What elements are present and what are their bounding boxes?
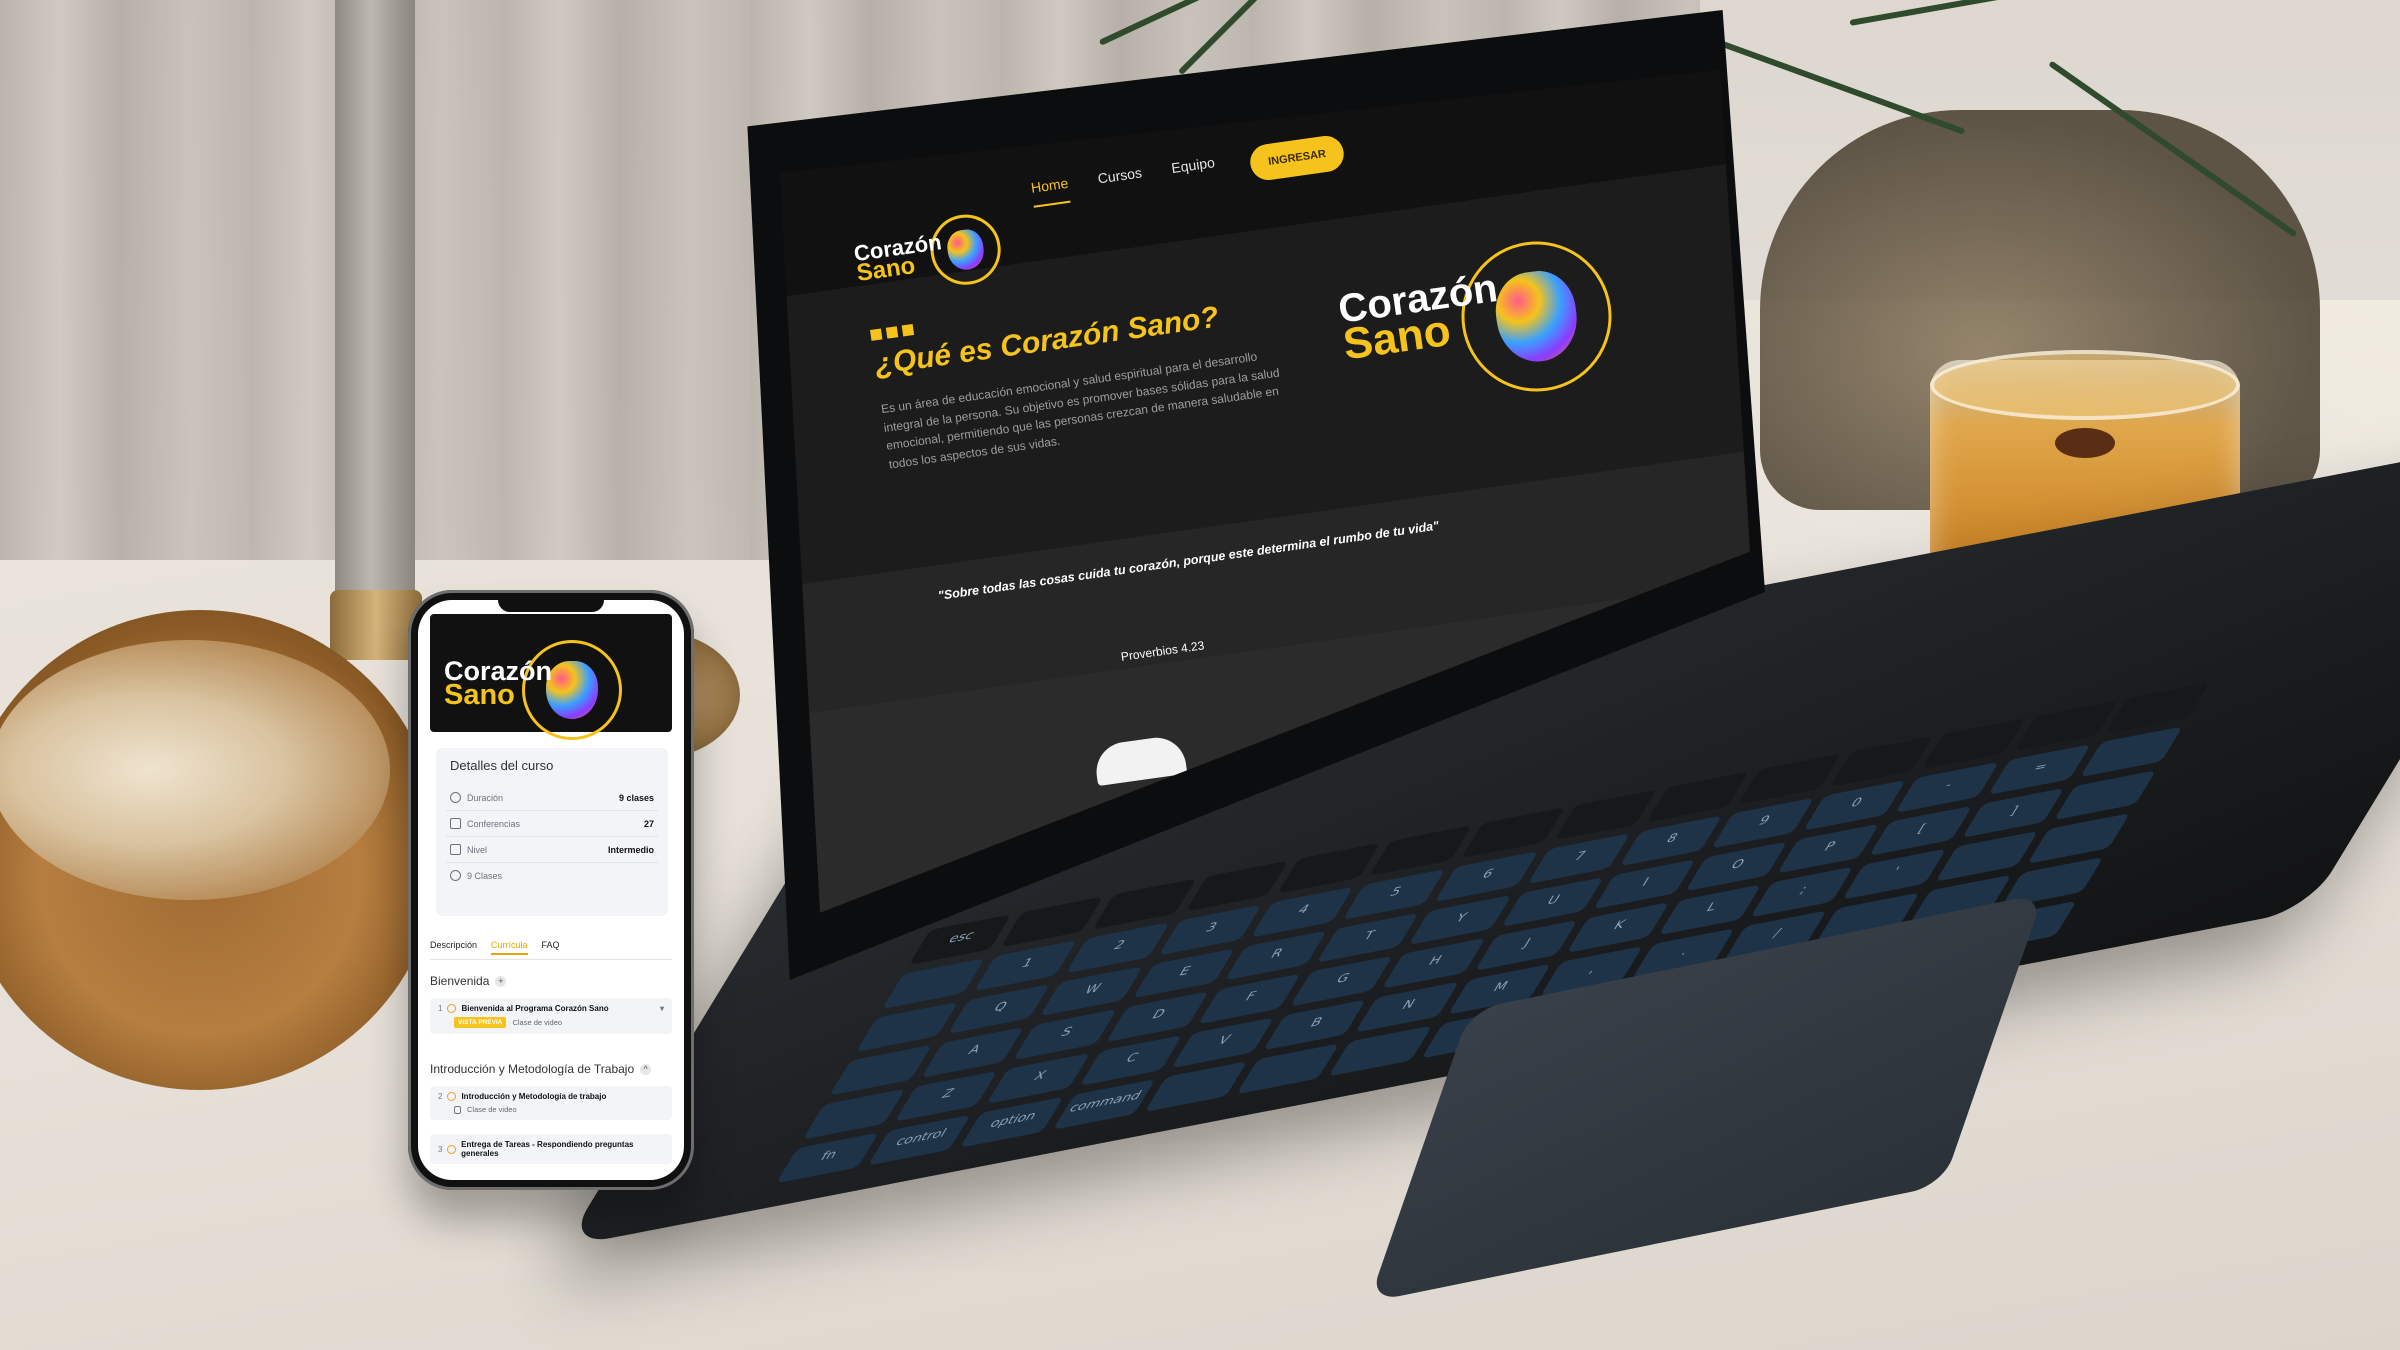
heart-icon <box>1491 266 1582 367</box>
lesson-item[interactable]: 2 Introducción y Metodología de trabajo … <box>430 1086 672 1120</box>
detail-row-classes: 9 Clases <box>446 863 658 888</box>
preview-badge[interactable]: VISTA PREVIA <box>454 1017 507 1028</box>
section-introduccion[interactable]: Introducción y Metodología de Trabajo ^ <box>430 1062 652 1076</box>
detail-row-lectures: Conferencias 27 <box>446 811 658 837</box>
detail-row-duration: Duración 9 clases <box>446 785 658 811</box>
phone-logo: Corazón Sano <box>444 628 622 740</box>
phone-screen: Corazón Sano Detalles del curso Duración… <box>418 600 684 1180</box>
phone-hero-banner: Corazón Sano <box>430 614 672 740</box>
nav-home[interactable]: Home <box>1030 174 1071 208</box>
play-icon <box>447 1092 457 1101</box>
heart-icon <box>546 660 598 720</box>
book-icon <box>450 818 461 829</box>
lesson-item[interactable]: 3 Entrega de Tareas - Respondiendo pregu… <box>430 1134 672 1164</box>
tab-descripcion[interactable]: Descripción <box>430 940 477 955</box>
tab-curricula[interactable]: Currícula <box>491 940 528 955</box>
course-details-title: Detalles del curso <box>450 758 554 773</box>
lesson-item[interactable]: 1 Bienvenida al Programa Corazón Sano ▾ … <box>430 998 672 1034</box>
nav-equipo[interactable]: Equipo <box>1170 154 1217 188</box>
expand-icon[interactable]: + <box>495 975 507 987</box>
clock-icon <box>450 792 461 803</box>
section-bienvenida[interactable]: Bienvenida + <box>430 974 507 988</box>
tab-faq[interactable]: FAQ <box>542 940 560 955</box>
hero-logo: Corazón Sano <box>1329 202 1622 418</box>
star-anise <box>2055 428 2115 458</box>
heart-icon <box>945 227 986 272</box>
play-icon <box>447 1004 457 1013</box>
candle <box>335 0 415 610</box>
lock-icon <box>454 1105 461 1114</box>
level-icon <box>450 844 461 855</box>
nuts <box>0 640 390 900</box>
course-details-card: Detalles del curso Duración 9 clases Con… <box>436 748 668 916</box>
detail-row-level: Nivel Intermedio <box>446 837 658 863</box>
course-tabs: Descripción Currícula FAQ <box>430 940 672 960</box>
clock-icon <box>450 870 461 881</box>
collapse-icon[interactable]: ^ <box>640 1063 652 1075</box>
phone-notch <box>498 596 604 612</box>
chevron-down-icon[interactable]: ▾ <box>660 1004 664 1013</box>
glass-rim <box>1930 350 2240 420</box>
play-icon <box>447 1144 457 1154</box>
